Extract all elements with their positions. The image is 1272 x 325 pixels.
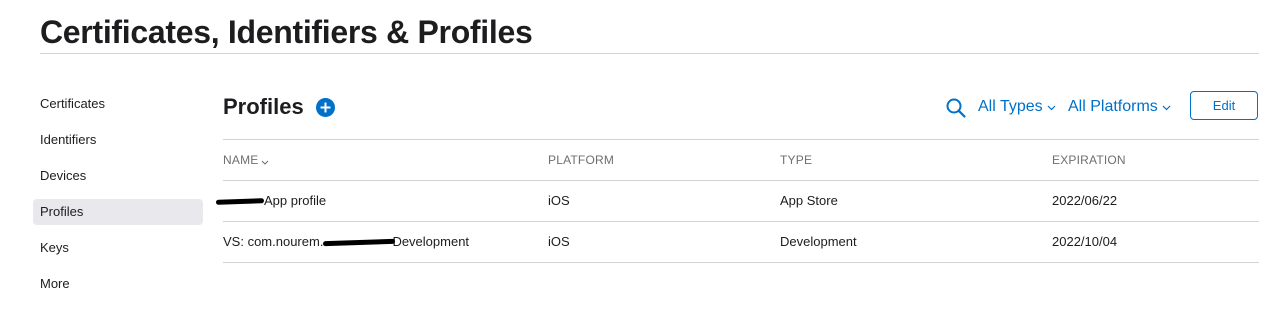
column-header-name[interactable]: NAME	[223, 140, 269, 181]
column-header-name-label: NAME	[223, 153, 259, 167]
sort-chevron-down-icon	[261, 141, 269, 181]
profile-name-suffix: App profile	[264, 193, 327, 208]
sidebar-item-more[interactable]: More	[33, 271, 203, 297]
sidebar-item-devices[interactable]: Devices	[33, 163, 203, 189]
table-header-row: NAME PLATFORM TYPE EXPIRATION	[223, 140, 1259, 181]
profile-name-suffix: Development	[392, 234, 470, 249]
plus-circle-icon[interactable]	[316, 98, 335, 117]
page-title: Certificates, Identifiers & Profiles	[40, 14, 533, 50]
column-header-expiration: EXPIRATION	[1052, 153, 1126, 167]
main-content: Profiles All Types All Platforms Edit NA…	[215, 88, 1259, 263]
chevron-down-icon	[1047, 96, 1056, 118]
sidebar: Certificates Identifiers Devices Profile…	[33, 91, 203, 307]
redaction-mark	[215, 198, 265, 205]
title-divider	[40, 53, 1259, 54]
sidebar-item-keys[interactable]: Keys	[33, 235, 203, 261]
filter-types-label: All Types	[978, 98, 1043, 116]
profiles-table: NAME PLATFORM TYPE EXPIRATION App profil…	[215, 139, 1259, 263]
filter-types-dropdown[interactable]: All Types	[978, 96, 1056, 118]
profile-name[interactable]: VS: com.nourem. Development	[223, 222, 469, 262]
profile-name[interactable]: App profile	[215, 181, 327, 221]
section-title: Profiles	[223, 94, 304, 119]
sidebar-item-identifiers[interactable]: Identifiers	[33, 127, 203, 153]
table-row[interactable]: VS: com.nourem. Development iOS Developme…	[223, 222, 1259, 263]
main-header: Profiles All Types All Platforms Edit	[223, 88, 1259, 128]
filter-platforms-label: All Platforms	[1068, 98, 1158, 116]
column-header-platform: PLATFORM	[548, 153, 615, 167]
sidebar-item-certificates[interactable]: Certificates	[33, 91, 203, 117]
chevron-down-icon	[1162, 96, 1171, 118]
search-icon[interactable]	[945, 97, 967, 119]
profile-expiration: 2022/10/04	[1052, 234, 1118, 249]
redaction-mark	[323, 238, 396, 247]
edit-button[interactable]: Edit	[1190, 91, 1258, 120]
sidebar-item-profiles[interactable]: Profiles	[33, 199, 203, 225]
profile-platform: iOS	[548, 193, 570, 208]
profile-expiration: 2022/06/22	[1052, 193, 1118, 208]
profile-name-prefix: VS: com.nourem.	[223, 234, 324, 249]
profile-type: App Store	[780, 193, 838, 208]
column-header-type: TYPE	[780, 153, 813, 167]
profile-type: Development	[780, 234, 857, 249]
page: Certificates, Identifiers & Profiles Cer…	[0, 0, 1272, 325]
filter-platforms-dropdown[interactable]: All Platforms	[1068, 96, 1171, 118]
profile-platform: iOS	[548, 234, 570, 249]
table-row[interactable]: App profile iOS App Store 2022/06/22	[215, 181, 1259, 222]
